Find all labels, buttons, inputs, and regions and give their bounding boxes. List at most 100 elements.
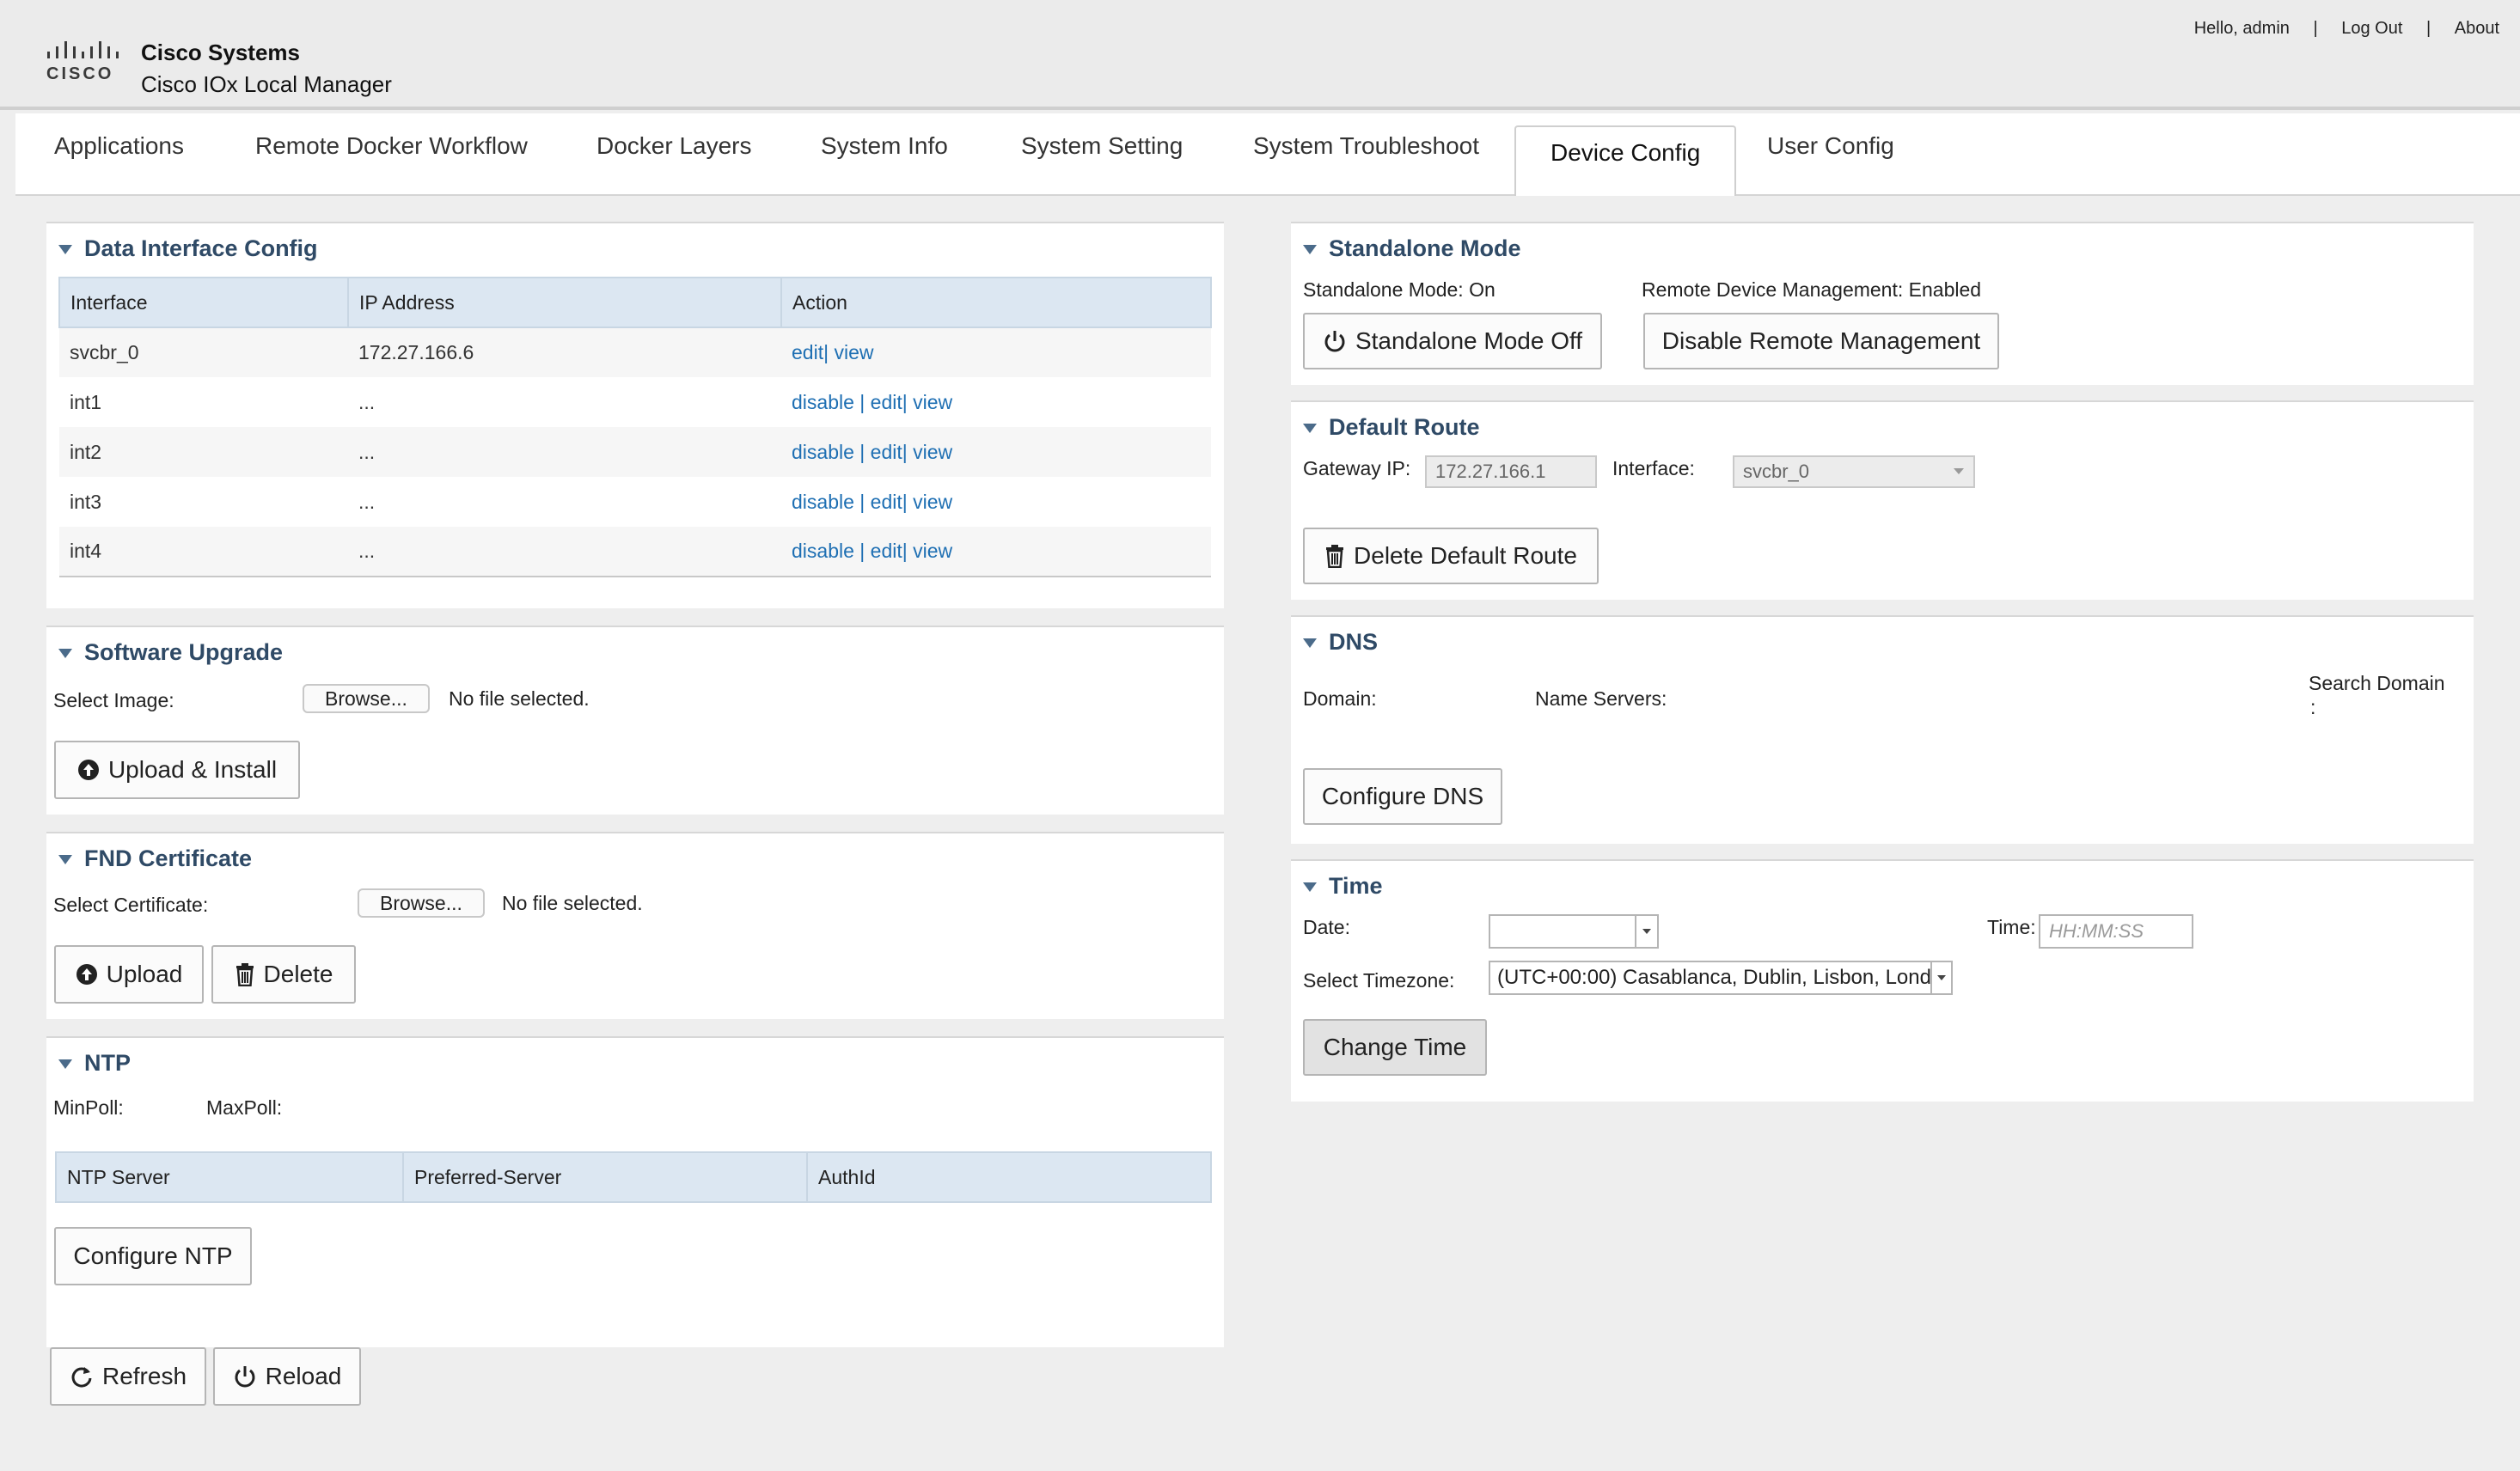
interface-select-value: svcbr_0: [1743, 461, 1810, 482]
tab-system-setting[interactable]: System Setting: [1021, 113, 1183, 192]
column-header: IP Address: [347, 277, 782, 328]
separator: |: [859, 440, 865, 463]
company-name: Cisco Systems: [141, 40, 300, 65]
disable-remote-management-button[interactable]: Disable Remote Management: [1643, 313, 1999, 369]
dns-title[interactable]: DNS: [1303, 629, 1378, 656]
view-link[interactable]: view: [913, 441, 952, 463]
delete-certificate-button[interactable]: Delete: [211, 945, 356, 1004]
tab-user-config[interactable]: User Config: [1767, 113, 1894, 192]
image-file-status: No file selected.: [449, 687, 590, 710]
delete-default-route-button[interactable]: Delete Default Route: [1303, 528, 1599, 584]
logout-link[interactable]: Log Out: [2341, 19, 2402, 39]
disable-link[interactable]: disable: [792, 441, 854, 463]
interface-select[interactable]: svcbr_0: [1733, 455, 1975, 488]
refresh-button[interactable]: Refresh: [50, 1347, 206, 1406]
ip-cell: ...: [348, 527, 781, 577]
minpoll-label: MinPoll:: [53, 1096, 124, 1119]
edit-link[interactable]: edit: [871, 441, 902, 463]
collapse-triangle-icon: [1303, 424, 1317, 434]
collapse-triangle-icon: [58, 1059, 72, 1070]
edit-link[interactable]: edit: [871, 491, 902, 513]
standalone-mode-title[interactable]: Standalone Mode: [1303, 235, 1521, 262]
interface-cell: int4: [59, 527, 348, 577]
time-input[interactable]: HH:MM:SS: [2039, 914, 2193, 949]
trash-icon: [1326, 545, 1344, 568]
browse-image-button[interactable]: Browse...: [303, 684, 430, 713]
collapse-triangle-icon: [1303, 882, 1317, 893]
disable-link[interactable]: disable: [792, 391, 854, 413]
gateway-ip-input[interactable]: 172.27.166.1: [1425, 455, 1597, 488]
upload-certificate-button[interactable]: Upload: [54, 945, 204, 1004]
trash-icon: [235, 963, 254, 986]
separator: |: [859, 390, 865, 413]
action-cell: disable | edit| view: [781, 477, 1211, 527]
table-row: svcbr_0 172.27.166.6 edit| view: [59, 327, 1211, 377]
default-route-panel: Default Route Gateway IP: 172.27.166.1 I…: [1291, 400, 2474, 600]
logo-text: CISCO: [46, 64, 113, 83]
separator: |: [902, 440, 908, 463]
tab-applications[interactable]: Applications: [54, 113, 184, 192]
timezone-dropdown-button[interactable]: [1930, 962, 1951, 993]
tab-system-troubleshoot[interactable]: System Troubleshoot: [1253, 113, 1479, 192]
configure-dns-button[interactable]: Configure DNS: [1303, 768, 1502, 825]
data-interface-table: Interface IP Address Action svcbr_0 172.…: [58, 277, 1212, 577]
software-upgrade-title[interactable]: Software Upgrade: [58, 639, 283, 666]
change-time-button[interactable]: Change Time: [1303, 1019, 1487, 1076]
tab-docker-layers[interactable]: Docker Layers: [596, 113, 752, 192]
browse-certificate-button[interactable]: Browse...: [358, 888, 485, 918]
action-cell: disable | edit| view: [781, 427, 1211, 477]
time-placeholder: HH:MM:SS: [2049, 920, 2144, 942]
default-route-title[interactable]: Default Route: [1303, 414, 1480, 441]
software-upgrade-panel: Software Upgrade Select Image: Browse...…: [46, 626, 1224, 815]
date-picker[interactable]: [1489, 914, 1659, 949]
tab-system-info[interactable]: System Info: [821, 113, 948, 192]
product-name: Cisco IOx Local Manager: [141, 71, 392, 97]
timezone-label: Select Timezone:: [1303, 969, 1455, 992]
cisco-logo: CISCO: [46, 41, 119, 83]
view-link[interactable]: view: [913, 540, 952, 562]
domain-label: Domain:: [1303, 687, 1377, 710]
power-icon: [235, 1366, 255, 1388]
timezone-value: (UTC+00:00) Casablanca, Dublin, Lisbon, …: [1497, 966, 1930, 989]
configure-ntp-button[interactable]: Configure NTP: [54, 1227, 252, 1285]
certificate-file-status: No file selected.: [502, 892, 643, 914]
upload-install-button[interactable]: Upload & Install: [54, 741, 300, 799]
ntp-title[interactable]: NTP: [58, 1050, 131, 1077]
column-header: Interface: [58, 277, 349, 328]
collapse-triangle-icon: [1303, 638, 1317, 649]
chevron-down-icon: [1642, 929, 1651, 934]
separator: |: [859, 540, 865, 562]
action-cell: disable | edit| view: [781, 377, 1211, 427]
view-link[interactable]: view: [913, 391, 952, 413]
disable-link[interactable]: disable: [792, 540, 854, 562]
standalone-mode-panel: Standalone Mode Standalone Mode: On Remo…: [1291, 222, 2474, 385]
tab-device-config[interactable]: Device Config: [1514, 125, 1737, 198]
reload-button[interactable]: Reload: [213, 1347, 361, 1406]
view-link[interactable]: view: [913, 491, 952, 513]
collapse-triangle-icon: [58, 649, 72, 659]
brand: Cisco Systems Cisco IOx Local Manager: [141, 40, 392, 98]
interface-cell: int3: [70, 490, 102, 513]
standalone-mode-off-button[interactable]: Standalone Mode Off: [1303, 313, 1602, 369]
edit-link[interactable]: edit: [792, 341, 823, 363]
interface-cell: int1: [70, 390, 102, 413]
time-title[interactable]: Time: [1303, 873, 1383, 900]
tab-remote-docker-workflow[interactable]: Remote Docker Workflow: [255, 113, 528, 192]
view-link[interactable]: view: [834, 341, 873, 363]
action-cell: disable | edit| view: [781, 527, 1211, 577]
about-link[interactable]: About: [2455, 19, 2499, 39]
edit-link[interactable]: edit: [871, 391, 902, 413]
separator: |: [902, 540, 908, 562]
separator: |: [2425, 19, 2431, 38]
fnd-certificate-title[interactable]: FND Certificate: [58, 845, 252, 872]
time-panel: Time Date: Time: HH:MM:SS Select Timezon…: [1291, 859, 2474, 1102]
disable-link[interactable]: disable: [792, 491, 854, 513]
separator: |: [902, 490, 908, 513]
edit-link[interactable]: edit: [871, 540, 902, 562]
date-dropdown-button[interactable]: [1635, 916, 1657, 947]
data-interface-title[interactable]: Data Interface Config: [58, 235, 318, 262]
separator: |: [902, 390, 908, 413]
timezone-select[interactable]: (UTC+00:00) Casablanca, Dublin, Lisbon, …: [1489, 961, 1953, 995]
collapse-triangle-icon: [1303, 245, 1317, 255]
upload-circle-icon: [77, 760, 99, 780]
